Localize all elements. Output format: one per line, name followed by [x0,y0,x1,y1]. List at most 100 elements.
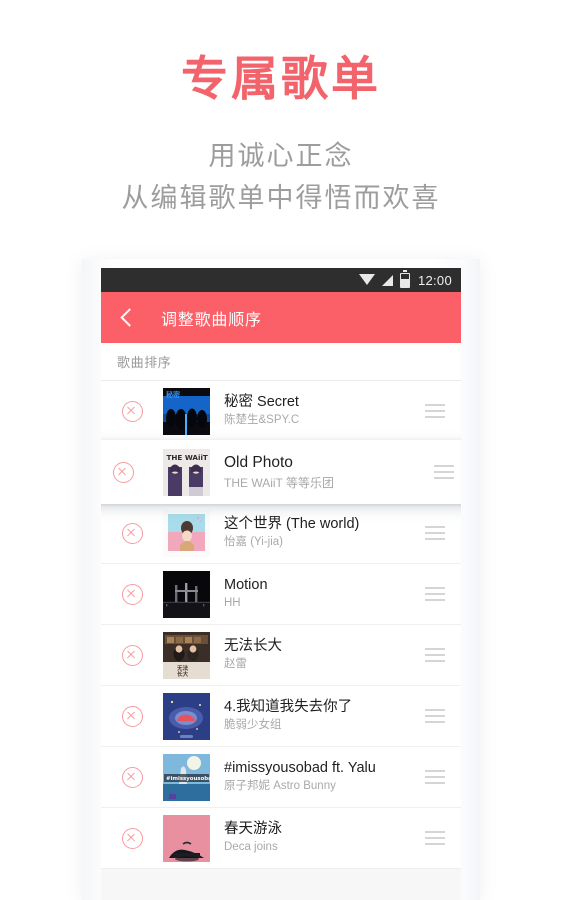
delete-circle-icon [121,766,143,788]
promo-subtitle-line1: 用诚心正念 [208,141,354,173]
album-art [163,814,210,862]
drag-handle-bar [425,538,445,540]
delete-circle-icon [121,827,143,849]
promo-subtitle-line2: 从编辑歌单中得悟而欢喜 [121,183,441,215]
song-list: 秘密 秘密 Secret 陈楚生&SPY.C THE WAiiT Old Photo TH… [101,381,461,869]
song-artist: 赵雷 [224,658,247,671]
song-artist: 陈楚生&SPY.C [224,414,300,427]
drag-handle-icon[interactable] [409,648,461,662]
section-header: 歌曲排序 [101,343,461,381]
status-bar: 12:00 [101,268,461,292]
song-artist: Deca joins [224,841,278,854]
drag-handle-bar [425,715,445,717]
song-text: Old Photo THE WAiiT 等等乐团 [210,453,409,491]
drag-handle-bar [425,532,445,534]
song-artist: 脆弱少女组 [224,719,282,732]
section-header-label: 歌曲排序 [117,355,172,370]
status-clock: 12:00 [417,272,452,288]
delete-circle-icon [121,400,143,422]
song-artist: 原子邦妮 Astro Bunny [224,780,336,793]
song-artist: 怡嘉 (Yi-jia) [224,536,283,549]
promo-header: 专属歌单 用诚心正念 从编辑歌单中得悟而欢喜 [0,0,562,219]
drag-handle-icon[interactable] [409,465,461,479]
drag-handle-icon[interactable] [409,709,461,723]
phone-screen: 12:00 调整歌曲顺序 歌曲排序 秘密 秘密 Secret 陈楚生&SPY.C TH… [101,268,461,900]
drag-handle-bar [425,776,445,778]
delete-song-button[interactable] [101,522,163,544]
delete-song-button[interactable] [101,705,163,727]
drag-handle-bar [425,709,445,711]
svg-text:秘密: 秘密 [166,390,180,399]
album-art: 无法 长大 [163,631,210,679]
drag-handle-bar [434,477,454,479]
song-row[interactable]: Motion HH [101,564,461,625]
svg-text:THE WAiiT: THE WAiiT [167,453,208,462]
svg-text:#imissyousobad: #imissyousobad [166,776,210,782]
promo-title: 专属歌单 [181,52,381,107]
song-artist: HH [224,597,241,610]
song-title: Old Photo [224,454,293,472]
song-row[interactable]: 这个世界 (The world) 怡嘉 (Yi-jia) [101,503,461,564]
album-art [163,509,210,557]
delete-song-button[interactable] [101,766,163,788]
delete-circle-icon [121,583,143,605]
song-row[interactable]: 无法 长大 无法长大赵雷 [101,625,461,686]
drag-handle-bar [425,648,445,650]
app-bar: 调整歌曲顺序 [101,292,461,343]
song-text: 4.我知道我失去你了脆弱少女组 [210,698,409,734]
drag-handle-bar [425,410,445,412]
delete-song-button[interactable] [101,827,163,849]
svg-text:无法: 无法 [176,664,189,672]
song-row[interactable]: 春天游泳 Deca joins [101,808,461,869]
drag-handle-icon[interactable] [409,404,461,418]
song-text: 这个世界 (The world) 怡嘉 (Yi-jia) [210,515,409,551]
album-art [163,692,210,740]
drag-handle-icon[interactable] [409,831,461,845]
drag-handle-bar [425,593,445,595]
drag-handle-bar [425,416,445,418]
song-row[interactable]: #imissyousobad #imissyousobad ft. Yalu 原子邦… [101,747,461,808]
song-title: 秘密 Secret [224,394,299,411]
drag-handle-bar [434,471,454,473]
song-artist: THE WAiiT 等等乐团 [224,475,334,490]
drag-handle-bar [425,599,445,601]
signal-icon [381,274,393,286]
page-title: 调整歌曲顺序 [161,311,262,329]
song-row-dragging[interactable]: THE WAiiT Old Photo THE WAiiT 等等乐团 [101,440,461,504]
song-row[interactable]: 秘密 秘密 Secret 陈楚生&SPY.C [101,381,461,442]
drag-handle-bar [434,465,454,467]
delete-song-button[interactable] [101,583,163,605]
battery-icon [399,270,410,288]
song-row[interactable]: 4.我知道我失去你了脆弱少女组 [101,686,461,747]
song-text: 无法长大 赵雷 [210,637,409,673]
drag-handle-bar [425,654,445,656]
song-text: 春天游泳 Deca joins [210,820,409,856]
back-chevron-icon[interactable] [116,307,138,329]
delete-circle-icon [112,461,134,483]
song-title: 4.我知道我失去你了 [224,699,353,716]
delete-circle-icon [121,644,143,666]
drag-handle-icon[interactable] [409,587,461,601]
drag-handle-bar [425,831,445,833]
delete-song-button[interactable] [101,461,163,483]
drag-handle-bar [425,843,445,845]
status-icon-group: 12:00 [358,270,452,288]
drag-handle-bar [425,837,445,839]
delete-circle-icon [121,522,143,544]
drag-handle-bar [425,770,445,772]
album-art: 秘密 [163,387,210,435]
song-title: 无法长大 [224,638,282,655]
album-art [163,570,210,618]
drag-handle-bar [425,526,445,528]
drag-handle-bar [425,587,445,589]
delete-song-button[interactable] [101,400,163,422]
delete-song-button[interactable] [101,644,163,666]
wifi-icon [358,273,375,285]
drag-handle-icon[interactable] [409,526,461,540]
drag-handle-bar [425,660,445,662]
drag-handle-bar [425,404,445,406]
drag-handle-bar [425,721,445,723]
song-title: #imissyousobad ft. Yalu [224,760,376,777]
drag-handle-icon[interactable] [409,770,461,784]
song-text: 秘密 Secret 陈楚生&SPY.C [210,393,409,429]
